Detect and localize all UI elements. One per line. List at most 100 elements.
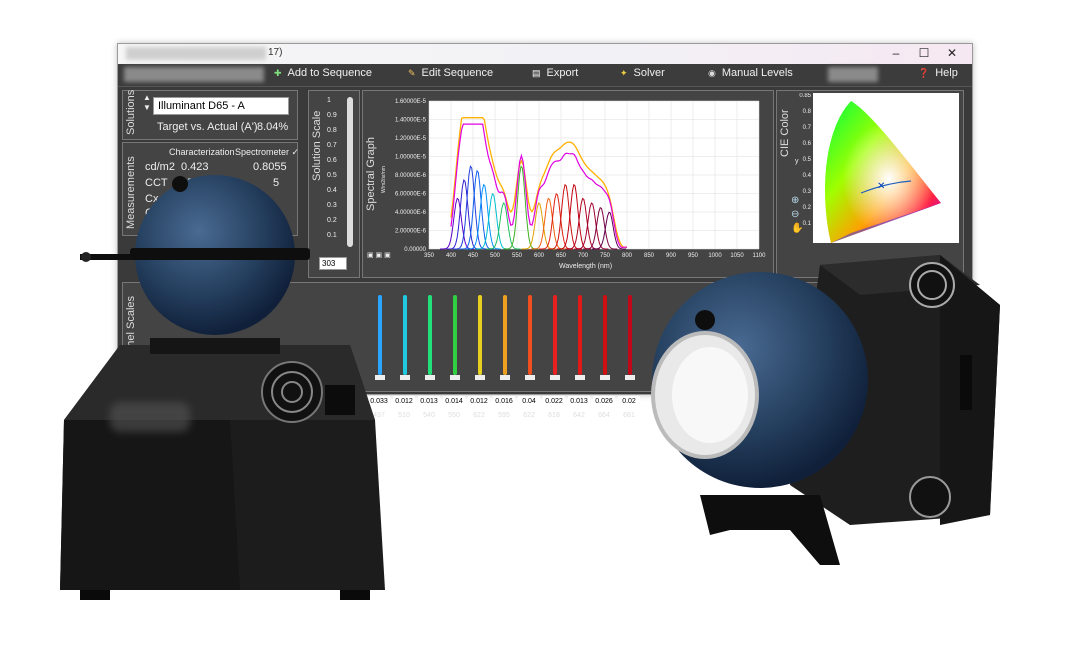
cie-y-tick: 0.4	[803, 173, 812, 179]
channel-slider[interactable]	[468, 291, 490, 381]
y-tick-label: 6.00000E-6	[395, 192, 427, 198]
channel-slider[interactable]	[568, 291, 590, 381]
menu-solver[interactable]: ✦ Solver	[620, 67, 665, 79]
channel-bar	[553, 295, 557, 375]
slider-thumb[interactable]	[450, 375, 460, 380]
integrating-sphere-device-right	[651, 255, 1000, 565]
channel-value-input[interactable]: 0.016	[493, 396, 515, 408]
knob-icon	[81, 252, 91, 262]
channel-wavelength-label: 540	[423, 412, 435, 419]
channel-slider[interactable]	[618, 291, 640, 381]
minimize-button[interactable]: –	[884, 46, 908, 60]
col-characterization: Characterization	[169, 147, 235, 157]
channel-slider[interactable]	[443, 291, 465, 381]
sphere-flange	[130, 248, 310, 260]
channel-wavelength-label: 622	[523, 412, 535, 419]
x-tick-label: 500	[490, 253, 501, 259]
channel-value-input[interactable]: 0.026	[593, 396, 615, 408]
channel-value-input[interactable]: 0.02	[618, 396, 640, 408]
channel-slider[interactable]	[518, 291, 540, 381]
base-front	[60, 420, 240, 590]
slider-thumb[interactable]	[500, 375, 510, 380]
solution-select[interactable]: Illuminant D65 - A	[153, 97, 289, 115]
channel-wavelength-label: 510	[398, 412, 410, 419]
y-tick-label: 4.00000E-6	[395, 210, 427, 216]
slider-thumb[interactable]	[625, 375, 635, 380]
slider-thumb[interactable]	[575, 375, 585, 380]
solutions-panel: Solutions ▲ ▼ Illuminant D65 - A Target …	[122, 90, 298, 140]
y-tick-label: 2.00000E-6	[395, 229, 427, 235]
x-tick-label: 700	[578, 253, 589, 259]
slider-thumb[interactable]	[600, 375, 610, 380]
slider-thumb[interactable]	[550, 375, 560, 380]
maximize-button[interactable]: ☐	[912, 46, 936, 60]
channel-value-input[interactable]: 0.013	[568, 396, 590, 408]
channel-value-input[interactable]: 0.012	[393, 396, 415, 408]
menu-edit-sequence[interactable]: ✎ Edit Sequence	[408, 67, 493, 79]
channel-bar	[628, 295, 632, 375]
slider-thumb[interactable]	[525, 375, 535, 380]
redacted-menu-item	[828, 67, 878, 82]
channel-bar	[528, 295, 532, 375]
menu-bar: ✚ Add to Sequence ✎ Edit Sequence ▤ Export …	[118, 64, 972, 87]
y-tick-label: 1.00000E-5	[395, 155, 427, 161]
slider-thumb[interactable]	[425, 375, 435, 380]
channel-slider[interactable]	[493, 291, 515, 381]
channel-slider[interactable]	[543, 291, 565, 381]
cie-y-tick: 0.6	[803, 141, 812, 147]
menu-export[interactable]: ▤ Export	[532, 67, 578, 79]
cie-y-axis-label: y	[795, 158, 799, 165]
x-tick-label: 650	[556, 253, 567, 259]
x-axis-label: Wavelength (nm)	[559, 263, 613, 270]
target-point-icon: ✕	[877, 181, 885, 192]
channel-value-input[interactable]: 0.014	[443, 396, 465, 408]
cie-y-tick: 0.7	[803, 125, 812, 131]
slider-thumb[interactable]	[400, 375, 410, 380]
zoom-out-icon[interactable]: ⊖	[791, 209, 799, 220]
channel-slider[interactable]	[418, 291, 440, 381]
channel-wavelength-label: 664	[598, 412, 610, 419]
channel-wavelength-label: 622	[473, 412, 485, 419]
scale-tick: 0.8	[327, 127, 337, 134]
x-tick-label: 600	[534, 253, 545, 259]
target-label: Target vs. Actual (A')	[157, 121, 258, 133]
channel-slider[interactable]	[593, 291, 615, 381]
channel-bar	[578, 295, 582, 375]
pan-icon[interactable]: ✋	[791, 223, 803, 234]
stepper-up[interactable]: ▲	[143, 93, 151, 102]
stepper-down[interactable]: ▼	[143, 103, 151, 112]
redacted-logo	[110, 402, 190, 432]
integrating-sphere-device-left	[60, 175, 385, 600]
zoom-in-icon[interactable]: ⊕	[791, 195, 799, 206]
channel-wavelength-label: 550	[448, 412, 460, 419]
channel-value-input[interactable]: 0.022	[543, 396, 565, 408]
x-tick-label: 550	[512, 253, 523, 259]
cie-y-tick: 0.5	[803, 157, 812, 163]
cie-y-tick: 0.2	[803, 205, 812, 211]
fan-icon	[909, 262, 955, 308]
x-tick-label: 400	[446, 253, 457, 259]
col-spectrometer[interactable]: Spectrometer ✓	[235, 147, 299, 158]
channel-slider[interactable]	[393, 291, 415, 381]
target-value: 8.04%	[257, 121, 289, 133]
x-tick-label: 350	[424, 253, 435, 259]
channel-bar	[503, 295, 507, 375]
scale-tick: 0.6	[327, 157, 337, 164]
menu-add-to-sequence[interactable]: ✚ Add to Sequence	[274, 67, 372, 79]
channel-value-input[interactable]: 0.012	[468, 396, 490, 408]
port-cap	[172, 176, 188, 192]
help-icon: ❓	[918, 68, 930, 78]
slider-thumb[interactable]	[475, 375, 485, 380]
channel-wavelength-label: 681	[623, 412, 635, 419]
side-handle	[960, 355, 972, 410]
channel-value-input[interactable]: 0.013	[418, 396, 440, 408]
menu-help[interactable]: ❓ Help	[918, 67, 958, 79]
channel-bar	[403, 295, 407, 375]
channel-wavelength-label: 642	[573, 412, 585, 419]
menu-manual-levels[interactable]: ◉ Manual Levels	[708, 67, 793, 79]
cie-y-tick: 0.3	[803, 189, 812, 195]
title-bar: 17) – ☐ ✕	[118, 44, 972, 64]
channel-value-input[interactable]: 0.04	[518, 396, 540, 408]
close-button[interactable]: ✕	[940, 46, 964, 60]
wand-icon: ✦	[620, 68, 628, 78]
